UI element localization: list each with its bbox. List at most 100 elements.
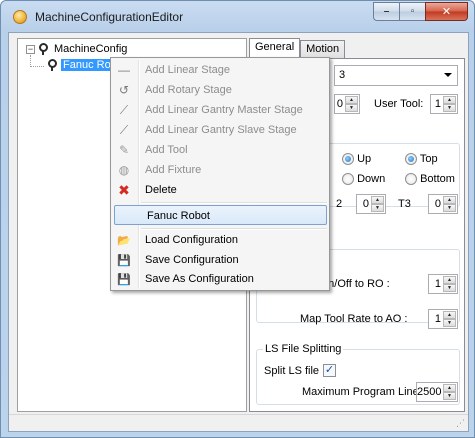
radio-top[interactable]: Top [405,153,438,166]
menu-item-label: Add Linear Gantry Slave Stage [145,124,297,136]
spin-down-icon[interactable]: ▼ [443,284,456,292]
t2-spinner[interactable]: 0 ▲ ▼ [356,194,386,214]
spin-down-icon[interactable]: ▼ [443,319,456,327]
spin-up-icon[interactable]: ▲ [443,96,456,104]
spinner-value: 1 [434,313,441,325]
status-bar: ⋰ [9,414,468,431]
menu-item-add-tool[interactable]: ✎ Add Tool [113,140,327,160]
menu-item-load-configuration[interactable]: 📂 Load Configuration [113,230,327,250]
radio-top-label: Top [419,153,438,165]
rotary-stage-icon: ↺ [118,83,130,97]
spin-up-icon[interactable]: ▲ [345,96,358,104]
menu-item-label: Add Fixture [145,164,202,176]
menu-item-label: Fanuc Robot [147,210,210,222]
spinner-value: 1 [434,98,441,110]
split-ls-label: Split LS file [264,365,320,377]
menu-item-save-configuration[interactable]: 💾 Save Configuration [113,250,327,270]
close-button[interactable]: ✕ [425,2,468,21]
spinner-value: 2500 [417,386,442,398]
radio-top-indicator[interactable] [405,153,417,166]
menu-item-delete[interactable]: ✖ Delete [113,180,327,200]
resize-grip-icon[interactable]: ⋰ [456,418,465,429]
window-controls: – ▫ ✕ [373,2,468,22]
menu-item-label: Save Configuration [145,254,239,266]
dropdown-value: 3 [339,69,346,81]
minimize-icon: – [383,6,390,17]
spin-down-icon[interactable]: ▼ [443,204,456,212]
robot-node-icon [37,43,49,55]
tool-rate-label: Map Tool Rate to AO : [300,313,408,325]
split-ls-checkbox[interactable]: ✓ [323,364,336,377]
tree-node-root[interactable]: − MachineConfig [26,43,129,55]
tool-rate-spinner[interactable]: 1 ▲ ▼ [428,309,458,329]
chevron-down-icon [444,73,452,77]
tab-general[interactable]: General [249,38,301,59]
radio-bottom-label: Bottom [420,173,455,185]
t2-label: 2 [336,198,343,210]
menu-item-label: Add Linear Gantry Master Stage [145,104,303,116]
spin-up-icon[interactable]: ▲ [371,196,384,204]
user-tool-spinner[interactable]: 1 ▲ ▼ [430,94,458,114]
tool-onoff-spinner[interactable]: 1 ▲ ▼ [428,274,458,294]
app-icon [13,10,27,24]
menu-item-add-rotary-stage[interactable]: ↺ Add Rotary Stage [113,80,327,100]
spin-down-icon[interactable]: ▼ [443,104,456,112]
spinner-buttons[interactable]: ▲ ▼ [443,276,456,292]
spinner-buttons[interactable]: ▲ ▼ [443,196,456,212]
menu-item-add-linear-stage[interactable]: — Add Linear Stage [113,60,327,80]
spin-down-icon[interactable]: ▼ [443,392,456,400]
radio-bottom[interactable]: Bottom [405,173,455,186]
frame-spinner[interactable]: 0 ▲ ▼ [334,94,360,114]
linear-stage-icon: — [118,63,130,77]
minimize-button[interactable]: – [373,2,399,21]
menu-item-label: Save As Configuration [145,273,254,285]
maximize-icon: ▫ [410,6,415,17]
group-title: LS File Splitting [263,343,344,355]
spinner-buttons[interactable]: ▲ ▼ [443,96,456,112]
tree-node-label: Fanuc Ro [61,59,113,71]
menu-item-add-gantry-slave[interactable]: ⟋ Add Linear Gantry Slave Stage [113,120,327,140]
tree-node-label: MachineConfig [54,43,128,55]
spinner-value: 0 [362,198,369,210]
gantry-slave-icon: ⟋ [119,122,129,137]
config-dropdown[interactable]: 3 [334,65,458,86]
tree-node-fanuc-robot[interactable]: Fanuc Ro [44,59,113,71]
spin-down-icon[interactable]: ▼ [345,104,358,112]
radio-down-indicator[interactable] [342,173,354,186]
menu-item-add-fixture[interactable]: ◍ Add Fixture [113,160,327,180]
gantry-master-icon: ⟋ [119,102,129,117]
spinner-buttons[interactable]: ▲ ▼ [345,96,358,112]
t3-spinner[interactable]: 0 ▲ ▼ [428,194,458,214]
spinner-buttons[interactable]: ▲ ▼ [443,384,456,400]
window-title: MachineConfigurationEditor [35,10,184,24]
menu-item-fanuc-robot[interactable]: Fanuc Robot [114,205,327,225]
tree-expander[interactable]: − [26,44,35,54]
spinner-buttons[interactable]: ▲ ▼ [371,196,384,212]
menu-item-save-as-configuration[interactable]: 💾 Save As Configuration [113,269,327,289]
context-menu: — Add Linear Stage ↺ Add Rotary Stage ⟋ … [110,57,330,291]
max-lines-spinner[interactable]: 2500 ▲ ▼ [416,382,458,402]
menu-item-add-gantry-master[interactable]: ⟋ Add Linear Gantry Master Stage [113,100,327,120]
maximize-button[interactable]: ▫ [399,2,425,21]
spinner-buttons[interactable]: ▲ ▼ [443,311,456,327]
spinner-value: 0 [434,198,441,210]
t3-label: T3 [398,198,411,210]
spin-up-icon[interactable]: ▲ [443,196,456,204]
spin-up-icon[interactable]: ▲ [443,311,456,319]
radio-up-indicator[interactable] [342,153,354,166]
folder-open-icon: 📂 [117,234,131,247]
radio-up-label: Up [357,153,372,165]
spin-up-icon[interactable]: ▲ [443,384,456,392]
max-lines-label: Maximum Program Lines: [302,386,428,398]
main-window: MachineConfigurationEditor – ▫ ✕ − Machi… [0,0,475,438]
radio-up[interactable]: Up [342,153,372,166]
radio-bottom-indicator[interactable] [405,173,417,186]
tab-motion[interactable]: Motion [300,40,346,58]
spin-up-icon[interactable]: ▲ [443,276,456,284]
title-bar[interactable]: MachineConfigurationEditor – ▫ ✕ [1,1,474,33]
robot-node-icon [46,59,58,71]
spinner-value: 0 [336,98,343,110]
radio-down[interactable]: Down [342,173,385,186]
spin-down-icon[interactable]: ▼ [371,204,384,212]
save-as-icon: 💾 [117,273,131,286]
